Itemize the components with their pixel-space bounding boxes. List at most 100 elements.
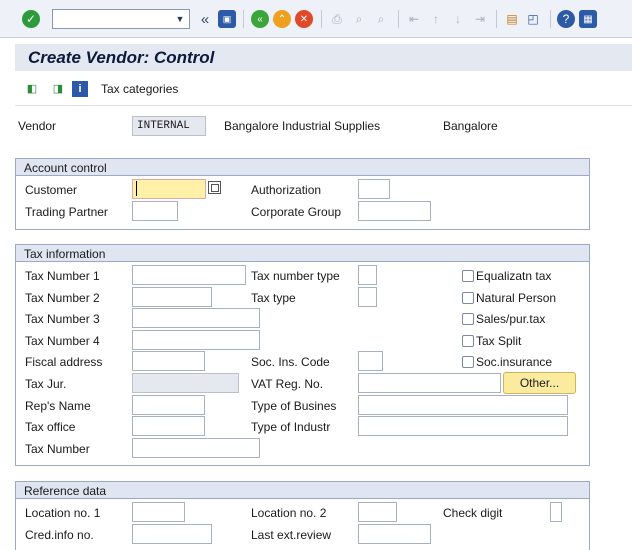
- tax-jur-label: Tax Jur.: [25, 377, 67, 391]
- exit-icon[interactable]: ⌃: [273, 10, 291, 28]
- toolbar-separator: [398, 10, 399, 28]
- next-screen-icon[interactable]: ◨: [50, 81, 66, 97]
- reps-name-input[interactable]: [132, 395, 205, 415]
- shortcut-icon[interactable]: ◰: [524, 10, 542, 28]
- customize-layout-icon[interactable]: ▦: [579, 10, 597, 28]
- trading-partner-input[interactable]: [132, 201, 178, 221]
- equalization-tax-label: Equalizatn tax: [476, 269, 552, 283]
- last-page-icon[interactable]: ⇥: [471, 10, 489, 28]
- check-digit-label: Check digit: [443, 506, 503, 520]
- tax-number-4-input[interactable]: [132, 330, 260, 350]
- create-session-icon[interactable]: ▤: [503, 10, 521, 28]
- tax-number-type-label: Tax number type: [251, 269, 340, 283]
- trading-partner-label: Trading Partner: [25, 205, 108, 219]
- sales-pur-tax-label: Sales/pur.tax: [476, 312, 546, 326]
- vat-reg-no-label: VAT Reg. No.: [251, 377, 324, 391]
- chevron-down-icon[interactable]: ▼: [173, 12, 187, 26]
- tax-jur-input: [132, 373, 239, 393]
- tax-number-input[interactable]: [132, 438, 260, 458]
- print-icon[interactable]: ⎙: [328, 10, 346, 28]
- location-no-2-input[interactable]: [358, 502, 397, 522]
- authorization-label: Authorization: [251, 183, 322, 197]
- previous-screen-icon[interactable]: ◧: [24, 81, 40, 97]
- toolbar-separator: [321, 10, 322, 28]
- natural-person-label: Natural Person: [476, 291, 557, 305]
- tax-number-3-input[interactable]: [132, 308, 260, 328]
- back-double-icon[interactable]: «: [196, 10, 214, 28]
- reference-data-header: Reference data: [15, 481, 590, 499]
- tax-information-header: Tax information: [15, 244, 590, 262]
- type-of-industry-input[interactable]: [358, 416, 568, 436]
- corporate-group-input[interactable]: [358, 201, 431, 221]
- toolbar-separator: [243, 10, 244, 28]
- account-control-header: Account control: [15, 158, 590, 176]
- soc-insurance-label: Soc.insurance: [476, 355, 553, 369]
- tax-number-3-label: Tax Number 3: [25, 312, 100, 326]
- save-icon[interactable]: ▣: [218, 10, 236, 28]
- find-next-icon[interactable]: ⌕: [372, 10, 390, 28]
- soc-ins-code-input[interactable]: [358, 351, 383, 371]
- cred-info-no-input[interactable]: [132, 524, 212, 544]
- cancel-icon[interactable]: ✕: [295, 10, 313, 28]
- account-control-title: Account control: [24, 161, 107, 175]
- vendor-value: INTERNAL: [137, 120, 190, 132]
- tax-type-label: Tax type: [251, 291, 296, 305]
- tax-split-checkbox[interactable]: [462, 335, 474, 347]
- command-field[interactable]: ▼: [52, 9, 190, 29]
- soc-ins-code-label: Soc. Ins. Code: [251, 355, 330, 369]
- tax-number-2-label: Tax Number 2: [25, 291, 100, 305]
- other-vat-button[interactable]: Other...: [503, 372, 576, 394]
- tax-number-1-label: Tax Number 1: [25, 269, 100, 283]
- tax-number-4-label: Tax Number 4: [25, 334, 100, 348]
- location-no-1-input[interactable]: [132, 502, 185, 522]
- last-ext-review-label: Last ext.review: [251, 528, 332, 542]
- reps-name-label: Rep's Name: [25, 399, 91, 413]
- vendor-name: Bangalore Industrial Supplies: [224, 119, 381, 133]
- tax-categories-button[interactable]: Tax categories: [101, 82, 178, 96]
- tax-number-label: Tax Number: [25, 442, 90, 456]
- toolbar-separator: [550, 10, 551, 28]
- reference-data-title: Reference data: [24, 484, 107, 498]
- check-digit-input[interactable]: [550, 502, 562, 522]
- tax-information-title: Tax information: [24, 247, 106, 261]
- vendor-field: INTERNAL: [132, 116, 206, 136]
- title-bar: Create Vendor: Control: [15, 44, 632, 71]
- tax-split-label: Tax Split: [476, 334, 522, 348]
- page-title: Create Vendor: Control: [28, 48, 215, 67]
- fiscal-address-label: Fiscal address: [25, 355, 103, 369]
- first-page-icon[interactable]: ⇤: [405, 10, 423, 28]
- tax-number-2-input[interactable]: [132, 287, 212, 307]
- enter-check-icon[interactable]: ✓: [22, 10, 40, 28]
- info-icon[interactable]: i: [72, 81, 88, 97]
- tax-number-1-input[interactable]: [132, 265, 246, 285]
- help-icon[interactable]: ?: [557, 10, 575, 28]
- type-of-industry-label: Type of Industr: [251, 420, 331, 434]
- customer-label: Customer: [25, 183, 78, 197]
- last-ext-review-input[interactable]: [358, 524, 431, 544]
- authorization-input[interactable]: [358, 179, 390, 199]
- tax-office-input[interactable]: [132, 416, 205, 436]
- corporate-group-label: Corporate Group: [251, 205, 342, 219]
- type-of-business-input[interactable]: [358, 395, 568, 415]
- cred-info-no-label: Cred.info no.: [25, 528, 94, 542]
- previous-page-icon[interactable]: ↑: [427, 10, 445, 28]
- location-no-1-label: Location no. 1: [25, 506, 101, 520]
- vendor-label: Vendor: [18, 119, 57, 133]
- vat-reg-no-input[interactable]: [358, 373, 501, 393]
- application-toolbar: ◧ ◨ i Tax categories: [15, 72, 632, 106]
- customer-input[interactable]: [132, 179, 206, 199]
- search-help-icon[interactable]: [208, 181, 221, 194]
- system-toolbar: ✓ ▼ « ▣ « ⌃ ✕ ⎙ ⌕ ⌕ ⇤ ↑ ↓ ⇥ ▤ ◰ ? ▦: [0, 0, 632, 38]
- soc-insurance-checkbox[interactable]: [462, 356, 474, 368]
- natural-person-checkbox[interactable]: [462, 292, 474, 304]
- back-icon[interactable]: «: [251, 10, 269, 28]
- location-no-2-label: Location no. 2: [251, 506, 327, 520]
- equalization-tax-checkbox[interactable]: [462, 270, 474, 282]
- tax-number-type-input[interactable]: [358, 265, 377, 285]
- fiscal-address-input[interactable]: [132, 351, 205, 371]
- find-icon[interactable]: ⌕: [350, 10, 368, 28]
- tax-type-input[interactable]: [358, 287, 377, 307]
- sales-pur-tax-checkbox[interactable]: [462, 313, 474, 325]
- tax-office-label: Tax office: [25, 420, 76, 434]
- next-page-icon[interactable]: ↓: [449, 10, 467, 28]
